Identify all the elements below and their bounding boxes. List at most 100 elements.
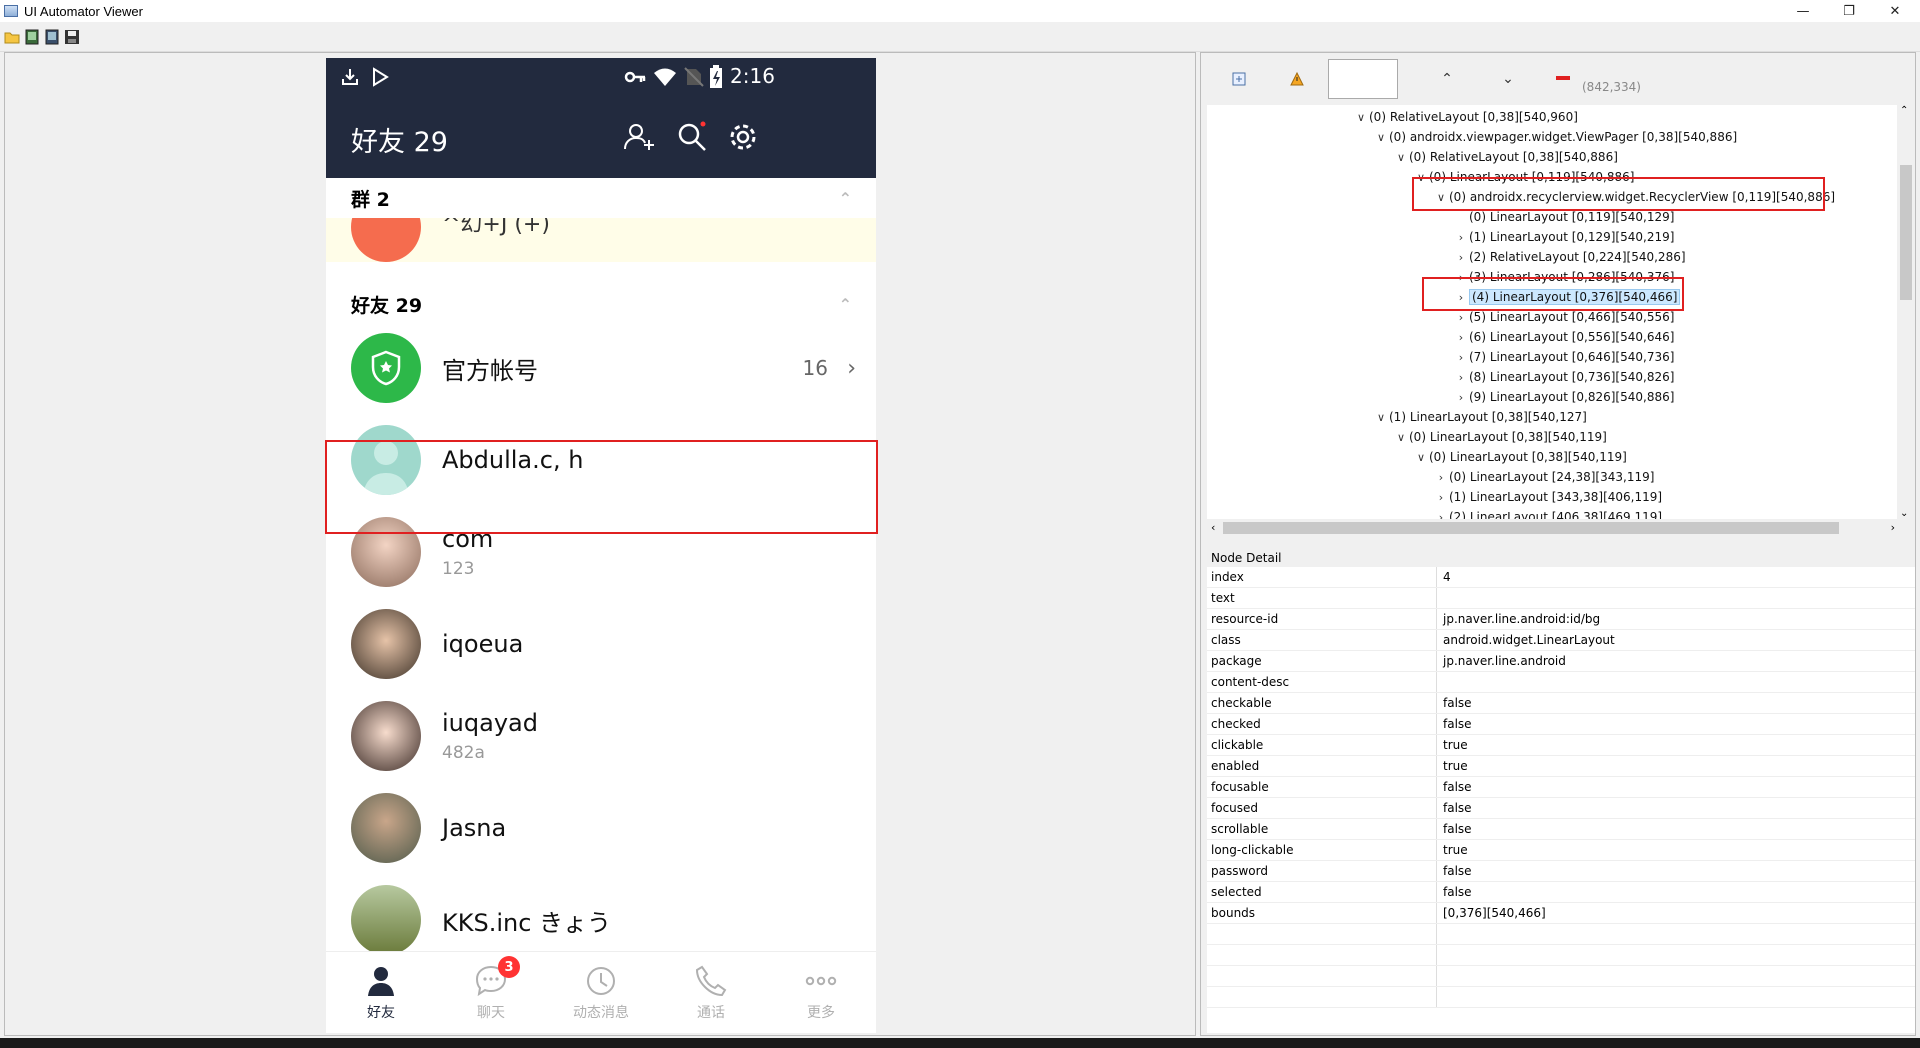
tree-node[interactable]: › (6) LinearLayout [0,556][540,646]	[1453, 327, 1675, 348]
scroll-thumb[interactable]	[1900, 165, 1912, 300]
nav-calls[interactable]: 通话	[656, 952, 766, 1033]
detail-row[interactable]: checkable false	[1207, 693, 1915, 714]
detail-row[interactable]: class android.widget.LinearLayout	[1207, 630, 1915, 651]
collapsed-chevron-icon[interactable]: ›	[1453, 328, 1469, 348]
tree-node[interactable]: ∨ (0) androidx.viewpager.widget.ViewPager…	[1373, 127, 1737, 147]
tree-node[interactable]: ∨ (0) RelativeLayout [0,38][540,886]	[1393, 147, 1618, 167]
nav-label: 聊天	[477, 1004, 505, 1021]
detail-row[interactable]: scrollable false	[1207, 819, 1915, 840]
collapse-chevron-icon[interactable]: ⌃	[839, 189, 852, 208]
nav-timeline[interactable]: 动态消息	[546, 952, 656, 1033]
tree-node[interactable]: ∨ (0) LinearLayout [0,38][540,119]	[1393, 427, 1607, 447]
detail-row[interactable]: focused false	[1207, 798, 1915, 819]
tree-node[interactable]: › (8) LinearLayout [0,736][540,826]	[1453, 367, 1675, 388]
tree-node-label: (0) RelativeLayout [0,38][540,960]	[1369, 110, 1578, 124]
group-name: ^幻+J (+)	[442, 218, 550, 237]
taskbar	[0, 1038, 1920, 1048]
contact-row[interactable]: iuqayad 482a	[326, 690, 876, 782]
group-avatar	[351, 218, 421, 262]
tree-highlight-box	[1412, 177, 1825, 211]
collapse-chevron-icon[interactable]: ⌃	[839, 295, 852, 314]
detail-row[interactable]: checked false	[1207, 714, 1915, 735]
device-screen[interactable]: 2:16 好友 29 群 2 ⌃ ^幻+J (+) 好友 29 ⌃ 官方帐号 1…	[326, 58, 876, 1033]
red-minus-icon[interactable]	[1543, 59, 1583, 99]
tree-horizontal-scrollbar[interactable]: ‹ ›	[1207, 519, 1899, 537]
detail-row[interactable]: clickable true	[1207, 735, 1915, 756]
detail-row[interactable]: resource-id jp.naver.line.android:id/bg	[1207, 609, 1915, 630]
open-folder-icon[interactable]	[4, 29, 20, 45]
contact-row[interactable]: Jasna	[326, 782, 876, 874]
tree-node[interactable]: › (1) LinearLayout [343,38][406,119]	[1433, 487, 1662, 507]
detail-key: selected	[1207, 882, 1437, 902]
scroll-thumb[interactable]	[1223, 522, 1839, 534]
scroll-down-icon[interactable]: ⌄	[1900, 508, 1908, 519]
toggle-blank-button[interactable]	[1328, 59, 1398, 99]
collapsed-chevron-icon[interactable]: ›	[1453, 308, 1469, 328]
collapsed-chevron-icon[interactable]: ›	[1433, 508, 1449, 519]
tree-node[interactable]: ∨ (1) LinearLayout [0,38][540,127]	[1373, 407, 1587, 427]
restore-icon[interactable]: ❐	[1826, 0, 1872, 22]
tree-node[interactable]: › (9) LinearLayout [0,826][540,886]	[1453, 387, 1675, 408]
nav-more[interactable]: 更多	[766, 952, 876, 1033]
collapsed-chevron-icon[interactable]: ›	[1453, 348, 1469, 368]
tree-vertical-scrollbar[interactable]: ⌃ ⌄	[1897, 105, 1915, 519]
warning-icon[interactable]	[1277, 59, 1317, 99]
detail-row[interactable]: bounds [0,376][540,466]	[1207, 903, 1915, 924]
detail-row[interactable]: content-desc	[1207, 672, 1915, 693]
hierarchy-tree[interactable]: ∨ (0) RelativeLayout [0,38][540,960] ∨ (0) …	[1207, 105, 1899, 519]
chevron-down-icon[interactable]: ⌄	[1488, 59, 1528, 99]
detail-value: false	[1443, 801, 1472, 815]
device-screenshot-icon[interactable]	[24, 29, 40, 45]
scroll-left-icon[interactable]: ‹	[1211, 521, 1215, 534]
group-row[interactable]: ^幻+J (+)	[326, 218, 876, 262]
detail-row[interactable]: password false	[1207, 861, 1915, 882]
close-icon[interactable]: ✕	[1872, 0, 1918, 22]
tree-node[interactable]: › (2) LinearLayout [406,38][469,119]	[1433, 507, 1662, 519]
nav-friends[interactable]: 好友	[326, 952, 436, 1033]
expand-all-icon[interactable]	[1219, 59, 1259, 99]
detail-row[interactable]: selected false	[1207, 882, 1915, 903]
tree-node[interactable]: › (1) LinearLayout [0,129][540,219]	[1453, 227, 1675, 248]
tree-node[interactable]: › (7) LinearLayout [0,646][540,736]	[1453, 347, 1675, 368]
tree-node[interactable]: ∨ (0) LinearLayout [0,38][540,119]	[1413, 447, 1627, 467]
detail-key: package	[1207, 651, 1437, 671]
search-icon[interactable]	[675, 120, 709, 154]
collapsed-chevron-icon[interactable]: ›	[1453, 368, 1469, 388]
collapsed-chevron-icon[interactable]: ›	[1433, 488, 1449, 508]
tree-node[interactable]: › (0) LinearLayout [24,38][343,119]	[1433, 467, 1655, 488]
collapsed-chevron-icon[interactable]: ›	[1453, 388, 1469, 408]
collapsed-chevron-icon[interactable]: ›	[1453, 248, 1469, 268]
chevron-up-icon[interactable]: ⌃	[1427, 59, 1467, 99]
collapsed-chevron-icon[interactable]: ›	[1433, 468, 1449, 488]
expanded-chevron-icon[interactable]: ∨	[1413, 448, 1429, 468]
expanded-chevron-icon[interactable]: ∨	[1393, 148, 1409, 168]
person-icon	[368, 966, 394, 996]
tree-node[interactable]: › (2) RelativeLayout [0,224][540,286]	[1453, 247, 1686, 267]
detail-row[interactable]: focusable false	[1207, 777, 1915, 798]
nav-chats[interactable]: 3 聊天	[436, 952, 546, 1033]
save-icon[interactable]	[64, 29, 80, 45]
detail-row[interactable]: index 4	[1207, 567, 1915, 588]
friends-section-header[interactable]: 好友 29 ⌃	[326, 284, 876, 324]
device-screenshot-compressed-icon[interactable]	[44, 29, 60, 45]
detail-row[interactable]: text	[1207, 588, 1915, 609]
contact-row[interactable]: iqoeua	[326, 598, 876, 690]
settings-gear-icon[interactable]	[726, 120, 760, 154]
tree-node[interactable]: ∨ (0) RelativeLayout [0,38][540,960]	[1353, 107, 1578, 127]
expanded-chevron-icon[interactable]: ∨	[1353, 108, 1369, 128]
minimize-icon[interactable]: —	[1780, 0, 1826, 22]
collapsed-chevron-icon[interactable]: ›	[1453, 228, 1469, 248]
window-title: UI Automator Viewer	[24, 3, 143, 19]
expanded-chevron-icon[interactable]: ∨	[1373, 128, 1389, 148]
detail-row[interactable]: long-clickable true	[1207, 840, 1915, 861]
detail-value: true	[1443, 738, 1468, 752]
detail-row[interactable]: enabled true	[1207, 756, 1915, 777]
add-friend-icon[interactable]	[622, 120, 656, 154]
expanded-chevron-icon[interactable]: ∨	[1373, 408, 1389, 428]
detail-row[interactable]: package jp.naver.line.android	[1207, 651, 1915, 672]
expanded-chevron-icon[interactable]: ∨	[1393, 428, 1409, 448]
groups-section-header[interactable]: 群 2 ⌃	[326, 178, 876, 218]
scroll-up-icon[interactable]: ⌃	[1900, 105, 1908, 116]
official-accounts-row[interactable]: 官方帐号 16 ›	[326, 322, 876, 414]
scroll-right-icon[interactable]: ›	[1891, 521, 1895, 534]
